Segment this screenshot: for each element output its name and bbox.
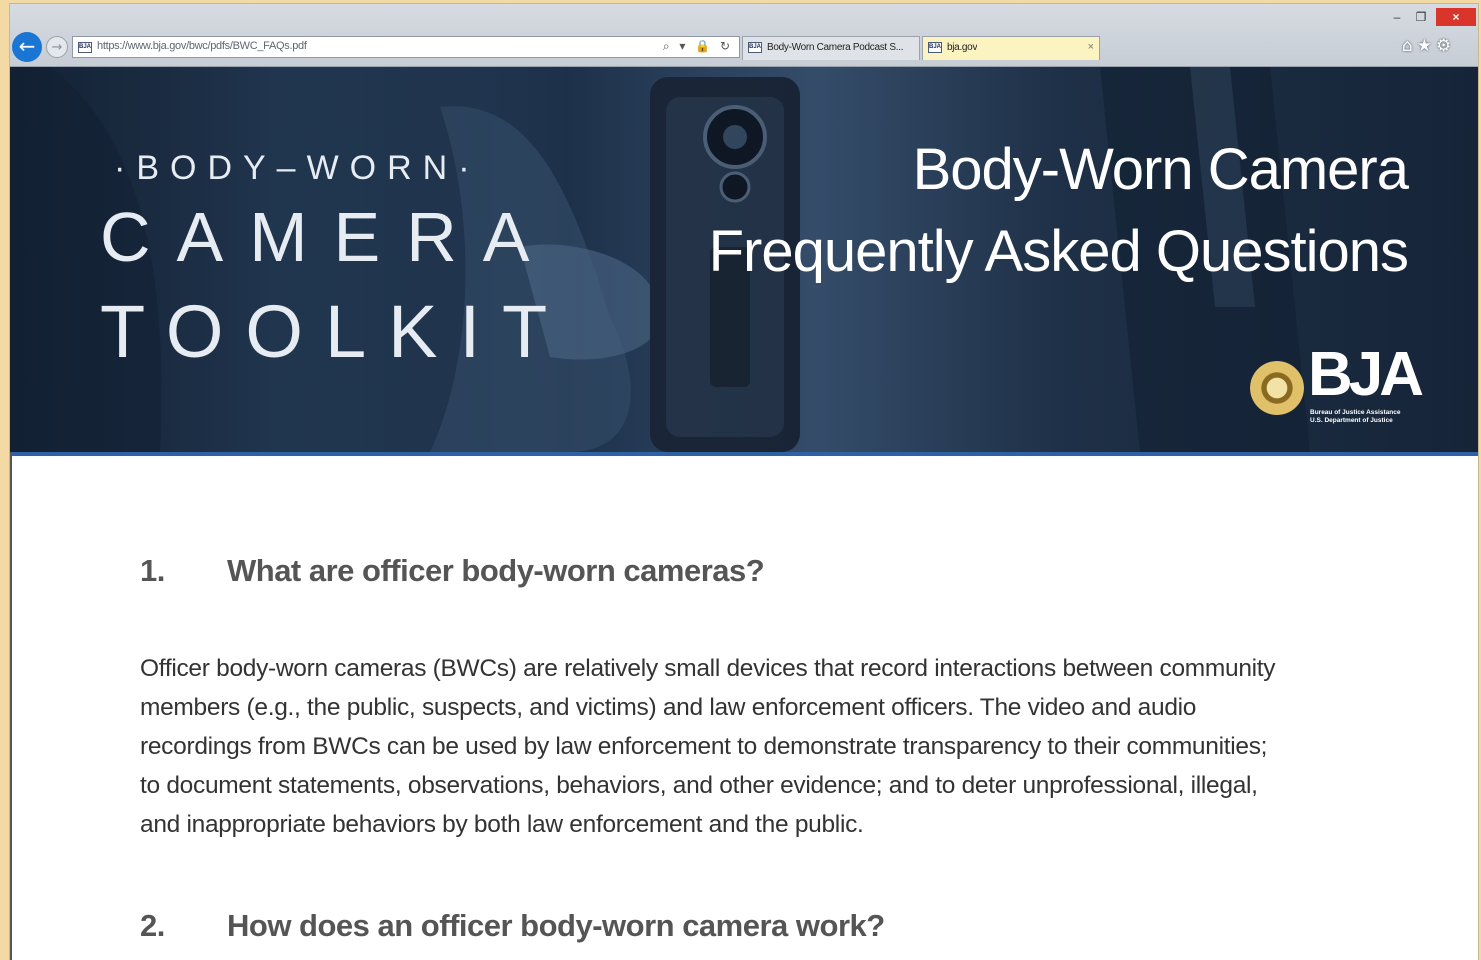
- star-icon[interactable]: ★: [1417, 36, 1436, 56]
- url-text[interactable]: https://www.bja.gov/bwc/pdfs/BWC_FAQs.pd…: [97, 40, 307, 52]
- question-number: 1.: [140, 553, 165, 588]
- bja-subtitle-line1: Bureau of Justice Assistance: [1310, 409, 1401, 416]
- answer-line: members (e.g., the public, suspects, and…: [140, 694, 1197, 721]
- faq-answer-1: Officer body-worn cameras (BWCs) are rel…: [140, 649, 1365, 844]
- answer-line: Officer body-worn cameras (BWCs) are rel…: [140, 655, 1276, 682]
- back-arrow-icon[interactable]: ←: [12, 32, 42, 62]
- close-window-button[interactable]: ×: [1436, 8, 1476, 26]
- header-banner: ·BODY–WORN· CAMERA TOOLKIT Body-Worn Cam…: [10, 67, 1478, 456]
- bja-subtitle: Bureau of Justice Assistance U.S. Depart…: [1310, 409, 1400, 425]
- maximize-button[interactable]: ❐: [1412, 8, 1430, 26]
- tab-title: Body-Worn Camera Podcast S...: [767, 42, 904, 53]
- browser-chrome: – ❐ × ← → BJA https://www.bja.gov/bwc/pd…: [10, 4, 1478, 67]
- tab-favicon-icon: BJA: [748, 42, 762, 53]
- question-text: How does an officer body-worn camera wor…: [227, 908, 885, 943]
- tab-title: bja.gov: [947, 42, 978, 53]
- question-number: 2.: [140, 908, 165, 943]
- address-bar-icons[interactable]: ⌕ ▾ 🔒 ↻: [663, 39, 733, 54]
- page-edge-divider: [10, 452, 12, 960]
- document-title-line2: Frequently Asked Questions: [708, 219, 1409, 284]
- answer-line: and inappropriate behaviors by both law …: [140, 811, 864, 838]
- question-text: What are officer body-worn cameras?: [227, 553, 765, 588]
- answer-line: to document statements, observations, be…: [140, 772, 1258, 799]
- bja-wordmark: BJA: [1308, 340, 1424, 409]
- browser-toolbar-icons: ⌂★⚙: [1402, 36, 1474, 56]
- pdf-page: ·BODY–WORN· CAMERA TOOLKIT Body-Worn Cam…: [10, 67, 1478, 960]
- site-favicon-icon: BJA: [78, 42, 92, 53]
- tab-favicon-icon: BJA: [928, 42, 942, 53]
- minimize-button[interactable]: –: [1388, 8, 1406, 26]
- logo-line-camera: CAMERA: [100, 198, 556, 276]
- tab-podcast[interactable]: BJA Body-Worn Camera Podcast S...: [742, 36, 920, 60]
- gear-icon[interactable]: ⚙: [1436, 36, 1455, 56]
- tab-close-icon[interactable]: ×: [1088, 41, 1094, 53]
- bja-subtitle-line2: U.S. Department of Justice: [1310, 417, 1393, 424]
- answer-line: recordings from BWCs can be used by law …: [140, 733, 1268, 760]
- document-title-line1: Body-Worn Camera: [912, 137, 1409, 202]
- bja-logo: BJA Bureau of Justice Assistance U.S. De…: [1250, 340, 1430, 439]
- address-bar[interactable]: BJA https://www.bja.gov/bwc/pdfs/BWC_FAQ…: [72, 36, 740, 58]
- forward-arrow-icon[interactable]: →: [46, 36, 68, 58]
- logo-line-toolkit: TOOLKIT: [100, 290, 570, 373]
- browser-window: – ❐ × ← → BJA https://www.bja.gov/bwc/pd…: [10, 4, 1478, 960]
- home-icon[interactable]: ⌂: [1402, 36, 1417, 56]
- logo-line-body-worn: ·BODY–WORN·: [114, 149, 481, 187]
- tab-bja-gov[interactable]: BJA bja.gov ×: [922, 36, 1100, 60]
- document-title: Body-Worn Camera Frequently Asked Questi…: [708, 129, 1409, 293]
- doj-seal-icon: [1250, 361, 1304, 415]
